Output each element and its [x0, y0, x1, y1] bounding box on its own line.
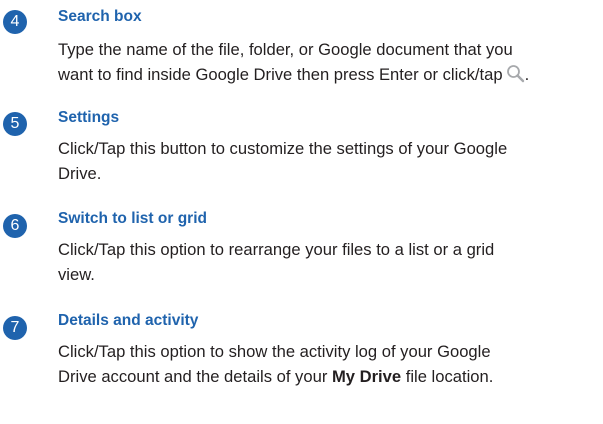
description-line: Click/Tap this option to rearrange your … [58, 240, 495, 259]
step-number-badge: 6 [3, 214, 27, 238]
step-number-badge: 4 [3, 10, 27, 34]
step-number-badge: 7 [3, 316, 27, 340]
step-number-badge: 5 [3, 112, 27, 136]
item-title: Settings [58, 109, 120, 126]
item-description: Click/Tap this option to show the activi… [58, 339, 598, 389]
description-line: Click/Tap this option to show the activi… [58, 342, 491, 361]
description-line: Click/Tap this button to customize the s… [58, 139, 508, 158]
my-drive-emphasis: My Drive [331, 367, 402, 386]
description-line: Drive. [58, 164, 102, 183]
item-description: Click/Tap this button to customize the s… [58, 136, 598, 186]
description-line: Drive account and the details of your My… [58, 367, 494, 386]
description-line: Type the name of the file, folder, or Go… [58, 40, 513, 59]
search-icon [506, 64, 525, 83]
item-title: Search box [58, 8, 142, 25]
description-line: view. [58, 265, 95, 284]
item-title: Details and activity [58, 312, 199, 329]
item-description: Click/Tap this option to rearrange your … [58, 237, 598, 287]
item-title: Switch to list or grid [58, 210, 207, 227]
description-line: want to find inside Google Drive then pr… [58, 64, 530, 84]
document-page: 4 Search box Type the name of the file, … [0, 0, 603, 424]
item-description: Type the name of the file, folder, or Go… [58, 37, 598, 87]
